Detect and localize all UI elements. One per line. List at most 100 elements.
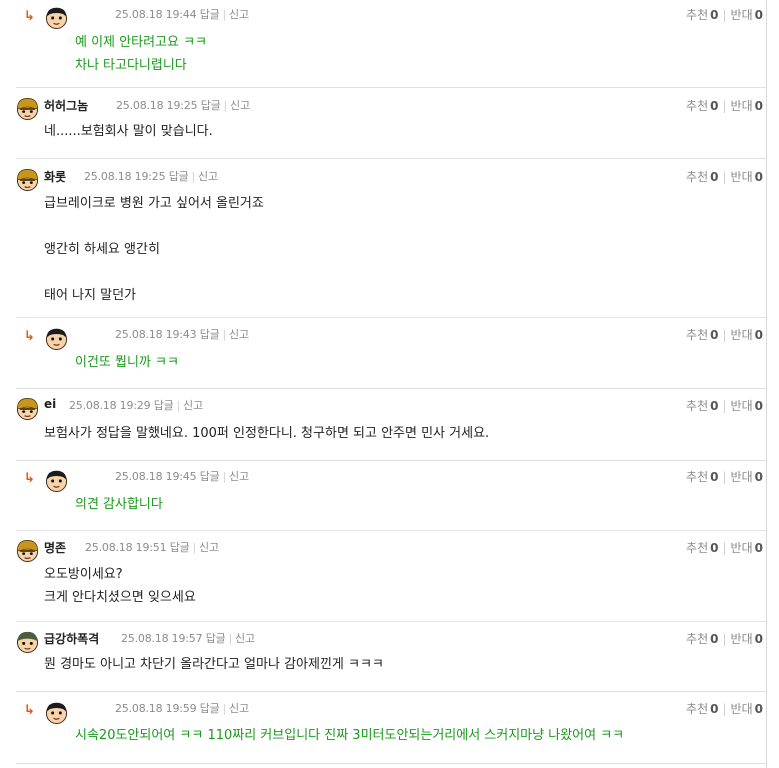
reply-button[interactable]: 답글	[200, 328, 220, 341]
oppose-count: 0	[754, 632, 763, 646]
comment-meta: 25.08.18 19:44 답글 | 신고	[115, 8, 249, 21]
vote-box: 추천 0 | 반대 0	[686, 632, 763, 646]
reply-button[interactable]: 답글	[170, 541, 190, 554]
oppose-count: 0	[754, 99, 763, 113]
report-button[interactable]: 신고	[235, 632, 255, 645]
recommend-button[interactable]: 추천 0	[686, 632, 718, 646]
comment-meta: 25.08.18 19:43 답글 | 신고	[115, 328, 249, 341]
comment-line: 오도방이세요?	[44, 567, 123, 582]
recommend-count: 0	[710, 99, 719, 113]
reply-button[interactable]: 답글	[200, 470, 220, 483]
report-button[interactable]: 신고	[183, 399, 203, 412]
comment-line: 시속20도안되어여 ㅋㅋ 110짜리 커브입니다 진짜 3미터도안되는거리에서 …	[75, 728, 625, 743]
vote-box: 추천 0 | 반대 0	[686, 99, 763, 113]
recommend-button[interactable]: 추천 0	[686, 328, 718, 342]
comment-reply: ↳ 25.08.18 19:45 답글 | 신고 추천 0 | 반대 0 의견 감사합니다	[0, 462, 766, 531]
oppose-button[interactable]: 반대 0	[731, 8, 763, 22]
avatar-icon[interactable]	[16, 539, 39, 562]
report-button[interactable]: 신고	[230, 99, 250, 112]
reply-button[interactable]: 답글	[154, 399, 174, 412]
oppose-count: 0	[754, 328, 763, 342]
nickname[interactable]: 화롯	[44, 168, 66, 185]
oppose-button[interactable]: 반대 0	[731, 541, 763, 555]
report-button[interactable]: 신고	[199, 541, 219, 554]
oppose-count: 0	[754, 399, 763, 413]
comment: 명존 25.08.18 19:51 답글 | 신고 추천 0 | 반대 0 오도방이세요? …	[0, 533, 766, 622]
vote-box: 추천 0 | 반대 0	[686, 470, 763, 484]
comment-line: 차나 타고다니렵니다	[75, 58, 187, 73]
avatar-icon[interactable]	[45, 6, 68, 29]
nickname[interactable]: 허허그놈	[44, 97, 88, 114]
oppose-count: 0	[754, 8, 763, 22]
recommend-count: 0	[710, 632, 719, 646]
comment-date: 25.08.18 19:59	[115, 702, 197, 715]
comment: 허허그놈 25.08.18 19:25 답글 | 신고 추천 0 | 반대 0 네.....…	[0, 91, 766, 159]
comment-date: 25.08.18 19:51	[85, 541, 167, 554]
avatar-icon[interactable]	[45, 701, 68, 724]
nickname[interactable]: 명존	[44, 539, 66, 556]
reply-button[interactable]: 답글	[201, 99, 221, 112]
recommend-count: 0	[710, 702, 719, 716]
report-button[interactable]: 신고	[198, 170, 218, 183]
recommend-button[interactable]: 추천 0	[686, 8, 718, 22]
reply-button[interactable]: 답글	[200, 8, 220, 21]
recommend-count: 0	[710, 170, 719, 184]
reply-arrow-icon: ↳	[24, 329, 35, 344]
comment-line: 네......보험회사 말이 맞습니다.	[44, 124, 213, 139]
recommend-button[interactable]: 추천 0	[686, 470, 718, 484]
recommend-count: 0	[710, 541, 719, 555]
oppose-button[interactable]: 반대 0	[731, 632, 763, 646]
comment-date: 25.08.18 19:45	[115, 470, 197, 483]
reply-button[interactable]: 답글	[206, 632, 226, 645]
comment-meta: 25.08.18 19:25 답글 | 신고	[116, 99, 250, 112]
recommend-button[interactable]: 추천 0	[686, 399, 718, 413]
recommend-button[interactable]: 추천 0	[686, 99, 718, 113]
avatar-icon[interactable]	[16, 168, 39, 191]
oppose-button[interactable]: 반대 0	[731, 399, 763, 413]
oppose-count: 0	[754, 470, 763, 484]
avatar-icon[interactable]	[45, 469, 68, 492]
comment-body: 뭔 경마도 아니고 차단기 올라간다고 얼마나 감아제낀게 ㅋㅋㅋ	[44, 653, 384, 676]
report-button[interactable]: 신고	[229, 702, 249, 715]
report-button[interactable]: 신고	[229, 8, 249, 21]
recommend-button[interactable]: 추천 0	[686, 541, 718, 555]
comment-date: 25.08.18 19:44	[115, 8, 197, 21]
recommend-button[interactable]: 추천 0	[686, 702, 718, 716]
vote-box: 추천 0 | 반대 0	[686, 541, 763, 555]
reply-button[interactable]: 답글	[169, 170, 189, 183]
recommend-count: 0	[710, 328, 719, 342]
report-button[interactable]: 신고	[229, 328, 249, 341]
comment-line: 이건또 뭡니까 ㅋㅋ	[75, 355, 179, 370]
avatar-icon[interactable]	[45, 327, 68, 350]
avatar-icon[interactable]	[16, 97, 39, 120]
comment-line: 급브레이크로 병원 가고 싶어서 올린거죠	[44, 196, 264, 211]
comment-line: 크게 안다치셨으면 잊으세요	[44, 590, 196, 605]
oppose-button[interactable]: 반대 0	[731, 328, 763, 342]
reply-button[interactable]: 답글	[200, 702, 220, 715]
reply-arrow-icon: ↳	[24, 9, 35, 24]
recommend-button[interactable]: 추천 0	[686, 170, 718, 184]
oppose-count: 0	[754, 702, 763, 716]
oppose-button[interactable]: 반대 0	[731, 702, 763, 716]
nickname[interactable]: ei	[44, 397, 56, 411]
comment-line: 뭔 경마도 아니고 차단기 올라간다고 얼마나 감아제낀게 ㅋㅋㅋ	[44, 657, 384, 672]
nickname[interactable]: 급강하폭격	[44, 630, 99, 647]
oppose-button[interactable]: 반대 0	[731, 99, 763, 113]
oppose-count: 0	[754, 541, 763, 555]
comment-date: 25.08.18 19:25	[84, 170, 166, 183]
vote-box: 추천 0 | 반대 0	[686, 399, 763, 413]
comment-body: 보험사가 정답을 말했네요. 100퍼 인정한다니. 청구하면 되고 안주면 민…	[44, 422, 489, 445]
comment-date: 25.08.18 19:57	[121, 632, 203, 645]
vote-box: 추천 0 | 반대 0	[686, 702, 763, 716]
comment-body: 이건또 뭡니까 ㅋㅋ	[75, 351, 179, 374]
comment-meta: 25.08.18 19:57 답글 | 신고	[121, 632, 255, 645]
comment-body: 예 이제 안타려고요 ㅋㅋ 차나 타고다니렵니다	[75, 31, 207, 77]
report-button[interactable]: 신고	[229, 470, 249, 483]
avatar-icon[interactable]	[16, 397, 39, 420]
vote-box: 추천 0 | 반대 0	[686, 170, 763, 184]
comment-line: 의견 감사합니다	[75, 497, 163, 512]
oppose-button[interactable]: 반대 0	[731, 170, 763, 184]
oppose-button[interactable]: 반대 0	[731, 470, 763, 484]
comment-reply: ↳ 25.08.18 19:44 답글 | 신고 추천 0 | 반대 0 예 이제 안타려고…	[0, 0, 766, 88]
avatar-icon[interactable]	[16, 630, 39, 653]
